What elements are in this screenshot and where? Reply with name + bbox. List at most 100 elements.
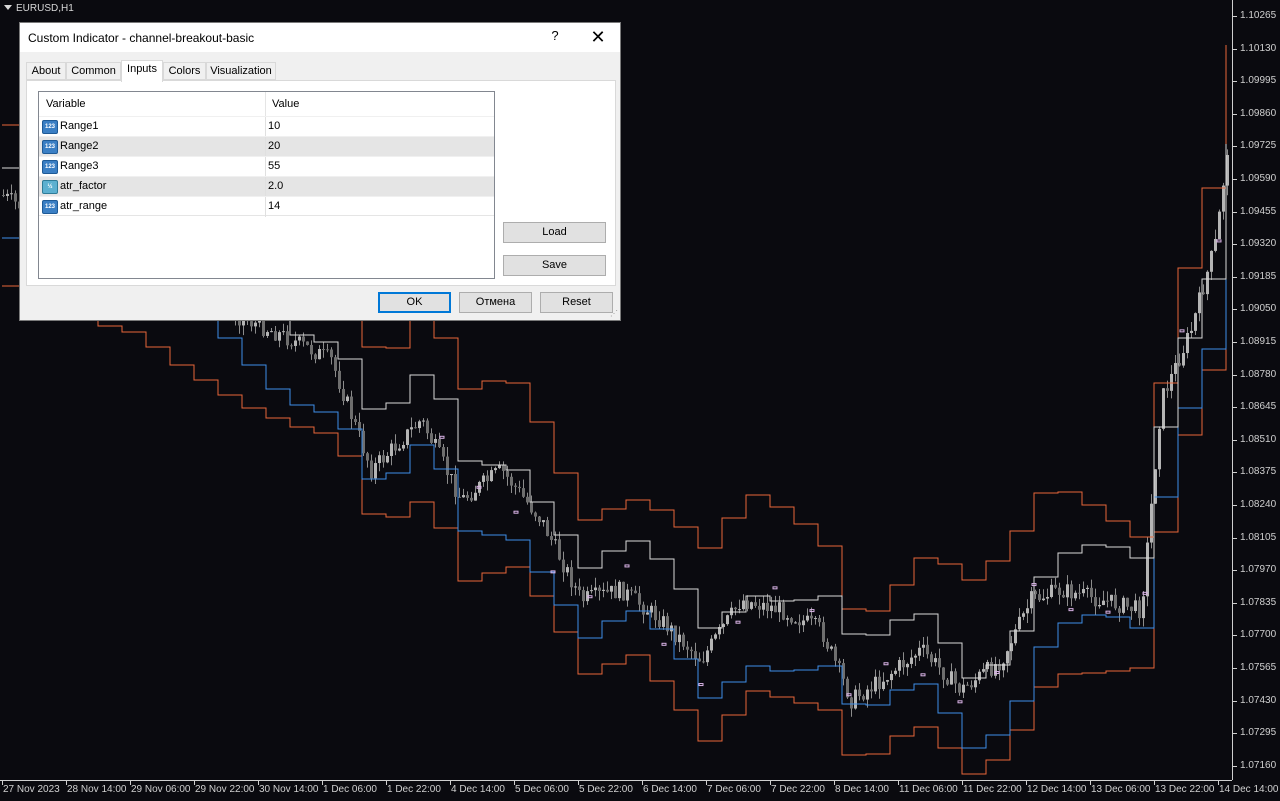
price-tick (1233, 276, 1237, 278)
candle-body (1142, 596, 1145, 619)
candle-body (1138, 600, 1141, 619)
price-label: 1.07565 (1240, 662, 1277, 673)
price-label: 1.07295 (1240, 727, 1277, 739)
candle-body (730, 607, 733, 616)
variable-value[interactable]: 20 (268, 140, 280, 152)
candle-body (1082, 589, 1085, 594)
price-tick (1233, 48, 1237, 50)
candle-body (630, 589, 633, 591)
price-tick (1233, 244, 1237, 246)
price-label: 1.10130 (1240, 42, 1277, 54)
price-label: 1.08510 (1240, 433, 1277, 445)
price-label: 1.07835 (1240, 596, 1277, 608)
price-label: 1.08375 (1240, 466, 1277, 478)
resize-grip-icon[interactable]: ⋰ (610, 310, 618, 318)
help-button[interactable]: ? (548, 28, 562, 46)
candle-body (834, 646, 837, 661)
candle-body (470, 497, 473, 501)
variable-name: Range3 (60, 160, 99, 172)
candle-body (1158, 428, 1161, 470)
candle-body (938, 658, 941, 668)
column-separator[interactable] (265, 92, 266, 116)
candle-body (494, 468, 497, 471)
variable-value[interactable]: 55 (268, 160, 280, 172)
candle-body (482, 475, 485, 482)
candle-body (418, 421, 421, 429)
price-tick (1233, 635, 1237, 637)
candle-body (1146, 542, 1149, 597)
candle-body (574, 586, 577, 588)
candle-body (426, 420, 429, 434)
reset-button[interactable]: Reset (540, 292, 613, 313)
candle-body (702, 661, 705, 663)
candle-body (622, 581, 625, 601)
candle-body (298, 336, 301, 341)
candle-body (922, 644, 925, 648)
price-label: 1.09455 (1240, 205, 1277, 217)
candle-body (710, 638, 713, 651)
tab-common[interactable]: Common (66, 62, 121, 80)
candle-body (794, 622, 797, 624)
cancel-button[interactable]: Отмена (459, 292, 532, 313)
variable-value[interactable]: 14 (268, 200, 280, 212)
input-row-range2[interactable]: 123 Range2 20 (39, 136, 494, 157)
candle-body (902, 660, 905, 668)
time-label: 12 Dec 14:00 (1027, 784, 1087, 795)
load-button[interactable]: Load (503, 222, 606, 243)
candle-body (398, 448, 401, 451)
candle-body (286, 331, 289, 346)
price-axis[interactable]: 1.10265 1.10130 1.09995 1.09860 1.09725 1.095… (1232, 0, 1280, 780)
price-tick (1233, 602, 1237, 604)
ok-button[interactable]: OK (378, 292, 451, 313)
candle-body (490, 470, 493, 482)
price-label: 1.09860 (1240, 107, 1277, 119)
time-label: 11 Dec 06:00 (899, 784, 958, 795)
tab-visualization[interactable]: Visualization (206, 62, 276, 80)
header-variable[interactable]: Variable (46, 98, 86, 110)
price-tick (1233, 146, 1237, 148)
candle-body (562, 559, 565, 573)
candle-body (1042, 598, 1045, 601)
symbol-label[interactable]: EURUSD,H1 (4, 3, 74, 14)
time-label: 27 Nov 2023 (3, 784, 60, 795)
candle-body (1162, 388, 1165, 429)
candle-body (1222, 185, 1225, 212)
variable-value[interactable]: 2.0 (268, 180, 283, 192)
close-button[interactable]: ✕ (586, 26, 610, 48)
save-button[interactable]: Save (503, 255, 606, 276)
price-label: 1.07970 (1240, 564, 1277, 576)
candle-body (534, 512, 537, 517)
candle-body (306, 341, 309, 345)
price-label: 1.08915 (1240, 336, 1277, 347)
candle-body (1170, 373, 1173, 391)
input-row-range3[interactable]: 123 Range3 55 (39, 156, 494, 177)
candle-body (422, 420, 425, 422)
input-row-atr-range[interactable]: 123 atr_range 14 (39, 196, 494, 217)
input-row-atr-factor[interactable]: ½ atr_factor 2.0 (39, 176, 494, 197)
candle-body (686, 646, 689, 650)
candle-body (1134, 600, 1137, 612)
candle-body (1126, 597, 1129, 607)
time-label: 7 Dec 22:00 (771, 784, 825, 795)
dialog-titlebar[interactable]: Custom Indicator - channel-breakout-basi… (20, 23, 620, 52)
candle-body (1114, 594, 1117, 609)
time-label: 4 Dec 14:00 (451, 784, 505, 795)
tab-inputs[interactable]: Inputs (121, 60, 163, 82)
candle-body (862, 696, 865, 700)
header-value[interactable]: Value (272, 98, 299, 110)
candle-body (894, 670, 897, 674)
variable-value[interactable]: 10 (268, 120, 280, 132)
candle-body (926, 644, 929, 655)
tab-colors[interactable]: Colors (163, 62, 206, 80)
input-row-range1[interactable]: 123 Range1 10 (39, 116, 494, 137)
time-axis[interactable]: 27 Nov 2023 28 Nov 14:00 29 Nov 06:00 29 No… (0, 780, 1279, 801)
time-label: 28 Nov 14:00 (67, 784, 127, 795)
candle-body (486, 475, 489, 482)
candle-body (326, 349, 329, 351)
tab-about[interactable]: About (26, 62, 66, 80)
candle-body (682, 634, 685, 647)
price-label: 1.10265 (1240, 10, 1277, 21)
candle-body (406, 429, 409, 445)
price-tick (1233, 16, 1237, 17)
price-tick (1233, 505, 1237, 506)
